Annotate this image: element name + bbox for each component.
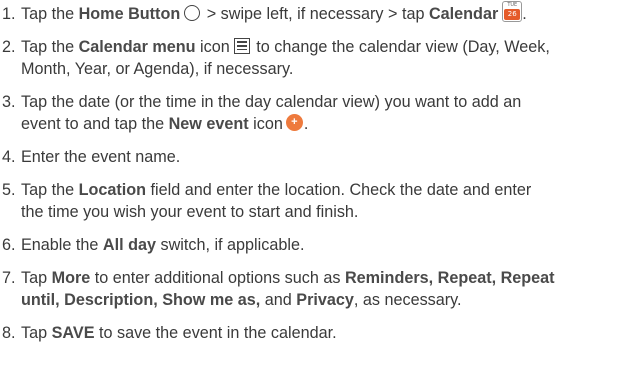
step-number: 2. (2, 38, 16, 56)
calendar-icon-day: TUE (507, 2, 518, 9)
text: Enter the event name. (21, 148, 181, 166)
save-label: SAVE (51, 324, 95, 342)
text: the time you wish your event to start an… (21, 203, 359, 221)
text: event to and tap the (21, 115, 169, 133)
text: Tap the (21, 181, 79, 199)
options-label: Reminders, Repeat, Repeat (344, 269, 555, 287)
calendar-menu-icon (233, 37, 250, 54)
text: switch, if applicable. (155, 236, 305, 254)
text: to change the calendar view (Day, Week, (251, 38, 550, 56)
step-text: Enable the All day switch, if applicable… (21, 234, 636, 256)
step-number: 8. (2, 324, 16, 342)
step-text: Tap the Location field and enter the loc… (21, 179, 636, 223)
new-event-plus-icon: + (285, 114, 303, 132)
more-label: More (51, 269, 91, 287)
text: . (522, 5, 527, 23)
text: icon (195, 38, 230, 56)
text: field and enter the location. Check the … (146, 181, 532, 199)
text: Tap the (21, 38, 79, 56)
home-button-label: Home Button (78, 5, 181, 23)
step-text: Tap the date (or the time in the day cal… (21, 91, 636, 135)
all-day-label: All day (102, 236, 156, 254)
text: and (260, 291, 297, 309)
location-label: Location (78, 181, 147, 199)
step-text: Tap More to enter additional options suc… (21, 267, 636, 311)
text: icon (248, 115, 283, 133)
text: Tap the (21, 5, 79, 23)
step-text: Tap SAVE to save the event in the calend… (21, 322, 636, 344)
text: . (303, 115, 309, 133)
text: to save the event in the calendar. (94, 324, 337, 342)
text: Month, Year, or Agenda), if necessary. (21, 60, 294, 78)
text: to enter additional options such as (90, 269, 345, 287)
step-number: 1. (2, 5, 16, 23)
home-button-icon (184, 4, 201, 21)
step-number: 6. (2, 236, 16, 254)
instruction-page: 1. Tap the Home Button > swipe left, if … (0, 0, 638, 365)
step-number: 7. (2, 269, 16, 287)
step-number: 3. (2, 93, 16, 111)
calendar-icon-date: 26 (504, 9, 521, 21)
privacy-label: Privacy (296, 291, 354, 309)
text: Tap (21, 324, 52, 342)
step-number: 4. (2, 148, 16, 166)
text: Enable the (21, 236, 103, 254)
new-event-label: New event (168, 115, 249, 133)
text: Tap the date (or the time in the day cal… (21, 93, 522, 111)
text: > swipe left, if necessary > tap (202, 5, 429, 23)
options-label-cont: until, Description, Show me as, (21, 291, 261, 309)
calendar-app-icon: TUE 26 (502, 1, 523, 23)
calendar-label: Calendar (428, 5, 499, 23)
text: Tap (21, 269, 52, 287)
calendar-menu-label: Calendar menu (78, 38, 196, 56)
step-text: Enter the event name. (21, 146, 636, 168)
step-text: Tap the Home Button > swipe left, if nec… (21, 1, 636, 25)
text: , as necessary. (353, 291, 462, 309)
step-text: Tap the Calendar menu icon to change the… (21, 36, 636, 80)
step-number: 5. (2, 181, 16, 199)
